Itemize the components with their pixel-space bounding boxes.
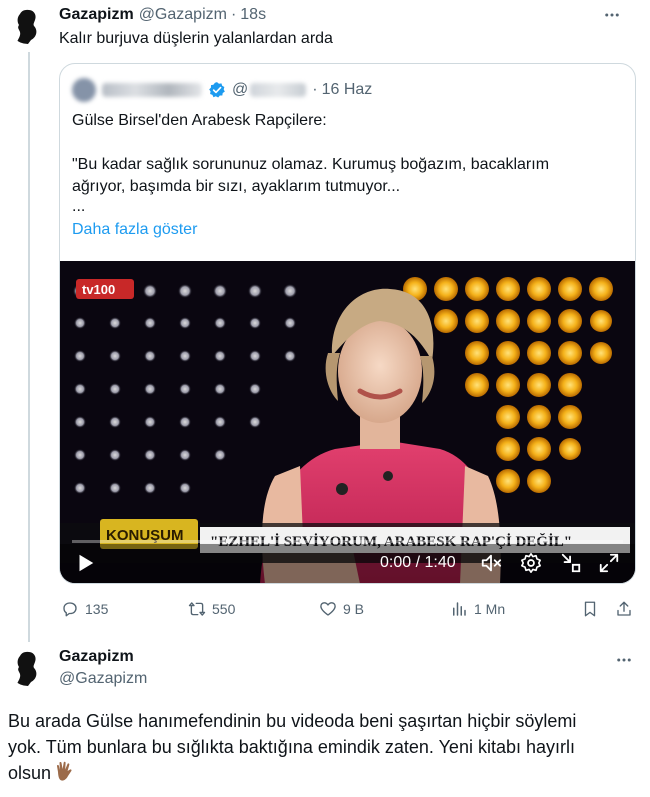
tweet-line-with-emoji: olsun [8,760,638,786]
quoted-tweet-card[interactable]: @ · 16 Haz Gülse Birsel'den Arabesk Rapç… [59,63,636,584]
tweet-line: Bu arada Gülse hanımefendinin bu videoda… [8,711,577,731]
tweet-line: yok. Tüm bunlara bu sığlıkta baktığına e… [8,737,575,757]
thread-connector-line [28,52,30,642]
vulcan-salute-emoji [57,761,72,781]
share-icon [617,601,631,616]
video-player[interactable]: tv100 KONUŞUM "EZHEL'İ SEVİYORUM, ARABES… [60,261,635,583]
blurred-avatar [72,78,96,102]
like-count: 9 B [343,601,365,617]
fullscreen-icon[interactable] [598,552,620,574]
heart-icon [320,602,336,616]
silhouette-avatar-icon [8,646,48,686]
silhouette-avatar-icon [8,4,48,44]
time-display: 0:00 / 1:40 [380,552,456,574]
quote-line: Gülse Birsel'den Arabesk Rapçilere: [72,112,327,129]
display-name[interactable]: Gazapizm [59,648,134,666]
display-name[interactable]: Gazapizm [59,6,134,24]
timestamp[interactable]: 18s [240,6,266,24]
bookmark-icon [584,601,596,617]
settings-gear-icon[interactable] [520,552,542,574]
video-frame: tv100 KONUŞUM "EZHEL'İ SEVİYORUM, ARABES… [60,261,635,583]
separator: · [312,81,318,98]
more-horizontal-icon[interactable] [602,5,622,25]
time-separator: / [411,554,425,571]
reply-icon [63,602,77,617]
handle[interactable]: @Gazapizm [59,670,147,688]
channel-logo-text: tv100 [82,282,115,297]
quote-line: ağrıyor, başımda bir sızı, ayaklarım tut… [72,178,401,195]
repost-icon [188,602,206,616]
duration: 1:40 [424,554,456,571]
share-button[interactable] [615,597,639,621]
avatar[interactable] [8,646,48,686]
repost-button[interactable]: 550 [188,597,235,621]
blurred-display-name [102,83,202,97]
quoted-handle-prefix: @ [232,81,249,98]
views-chart-icon [453,602,466,616]
video-controls: 0:00 / 1:40 [60,538,635,583]
blurred-handle [250,83,307,97]
volume-muted-icon[interactable] [480,552,502,574]
handle[interactable]: @Gazapizm [139,6,227,24]
bookmark-button[interactable] [581,597,605,621]
tweet-action-bar: 135 550 9 B 1 Mn [59,597,636,621]
quoted-date: 16 Haz [321,81,373,98]
play-icon[interactable] [74,552,96,574]
progress-bar[interactable] [72,540,623,543]
reply-count: 135 [85,601,109,617]
tweet-header: Gazapizm @Gazapizm · 18s [59,5,638,25]
minimize-icon[interactable] [560,552,582,574]
like-button[interactable]: 9 B [319,597,364,621]
quoted-tweet-header: @ · 16 Haz [72,78,372,102]
more-horizontal-icon[interactable] [614,650,634,670]
tweet-text: Kalır burjuva düşlerin yalanlardan arda [59,30,333,47]
separator: · [230,6,237,23]
quoted-tweet-text: Gülse Birsel'den Arabesk Rapçilere: "Bu … [72,110,621,216]
view-count: 1 Mn [474,601,506,617]
avatar[interactable] [8,4,48,44]
current-time: 0:00 [380,554,412,571]
channel-logo: tv100 [76,279,134,299]
tweet-line: olsun [8,763,52,783]
tweet-text: Bu arada Gülse hanımefendinin bu videoda… [8,708,638,786]
verified-badge-icon [209,82,225,98]
reply-button[interactable]: 135 [61,597,108,621]
quote-line: ... [72,198,86,215]
show-more-link[interactable]: Daha fazla göster [72,221,197,239]
repost-count: 550 [212,601,236,617]
views-button[interactable]: 1 Mn [450,597,505,621]
quote-line: "Bu kadar sağlık sorununuz olamaz. Kurum… [72,156,550,173]
